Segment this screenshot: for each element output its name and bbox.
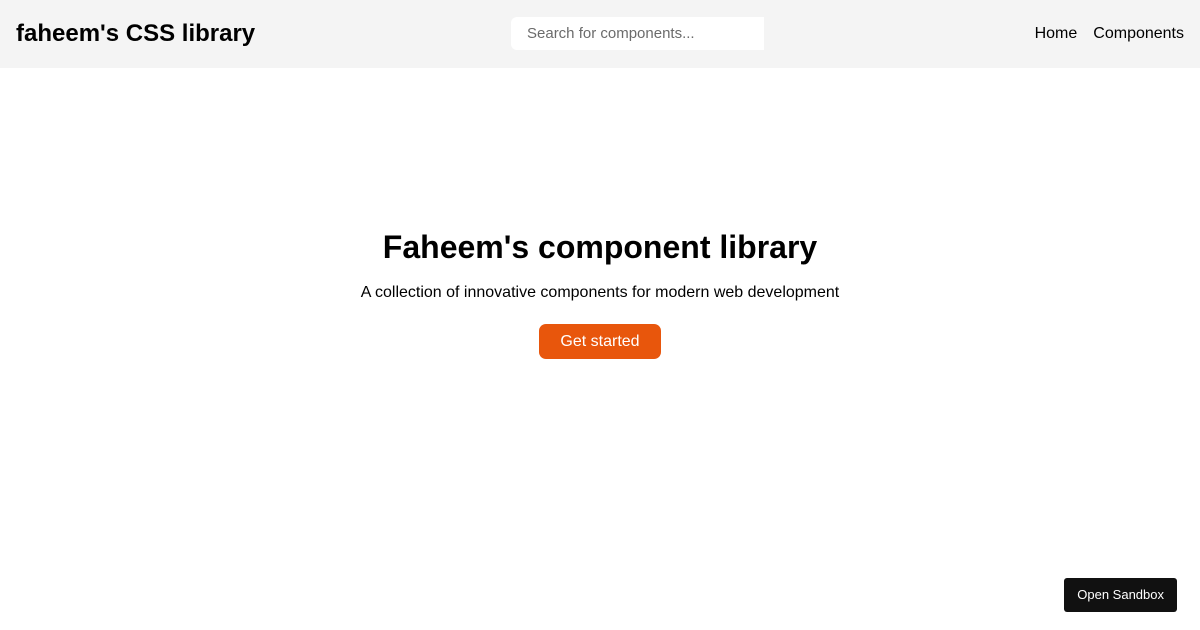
main-nav: Home Components [1035, 23, 1184, 45]
nav-link-home[interactable]: Home [1035, 23, 1078, 45]
open-sandbox-button[interactable]: Open Sandbox [1064, 578, 1177, 612]
search-input[interactable] [511, 17, 764, 50]
site-header: faheem's CSS library Home Components [0, 0, 1200, 68]
nav-link-components[interactable]: Components [1093, 23, 1184, 45]
get-started-button[interactable]: Get started [539, 324, 661, 359]
site-brand[interactable]: faheem's CSS library [16, 19, 255, 49]
hero-title: Faheem's component library [382, 229, 818, 265]
hero-section: Faheem's component library A collection … [0, 226, 1200, 359]
hero-subtitle: A collection of innovative components fo… [360, 284, 840, 301]
